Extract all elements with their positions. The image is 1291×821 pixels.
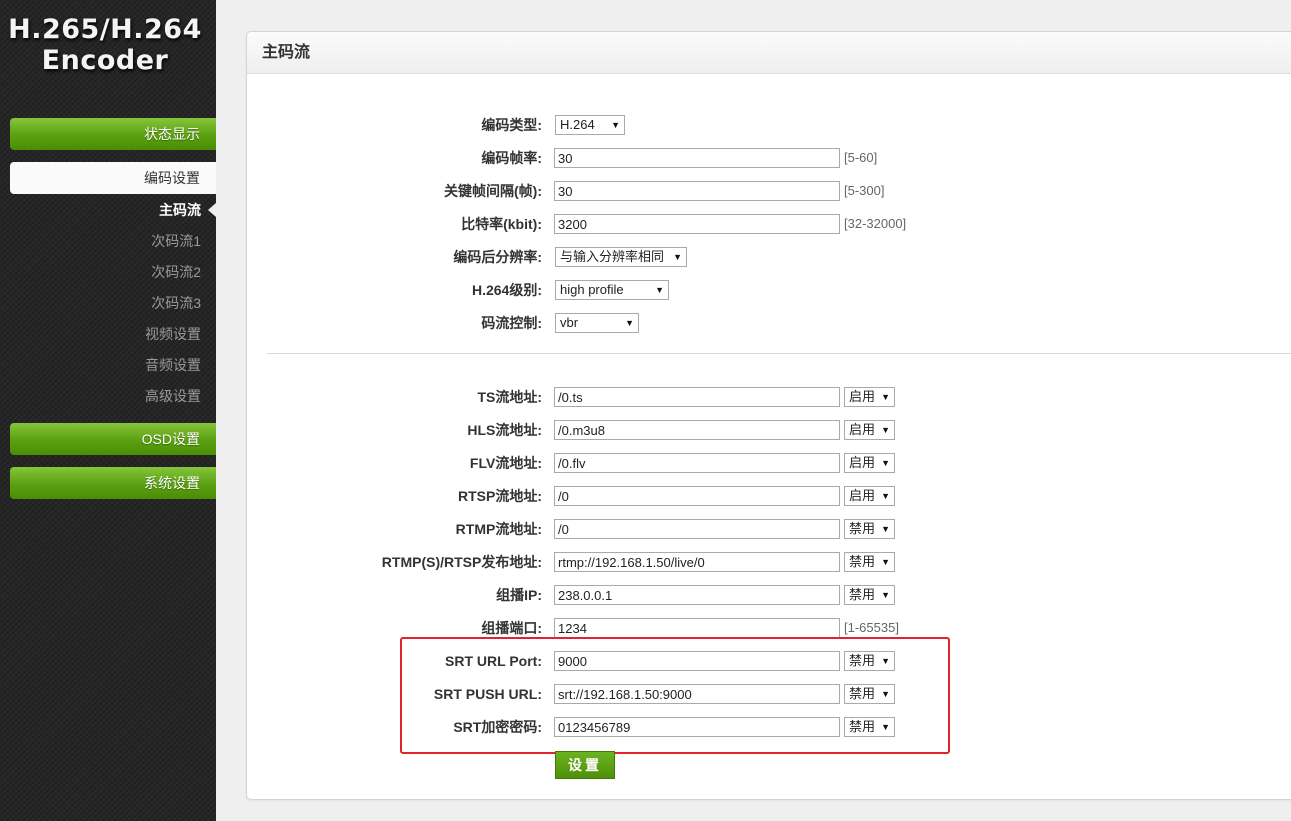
- rate-control-value: vbr: [560, 315, 579, 330]
- gop-hint: [5-300]: [844, 183, 885, 198]
- logo: H.265/H.264 Encoder: [0, 14, 210, 76]
- chevron-down-icon: ▼: [881, 590, 890, 600]
- chevron-down-icon: ▼: [881, 524, 890, 534]
- bitrate-hint: [32-32000]: [844, 216, 907, 231]
- chevron-down-icon: ▼: [611, 120, 620, 130]
- gop-label: 关键帧间隔(帧):: [444, 183, 542, 199]
- multicast-state: 禁用: [849, 587, 876, 602]
- flv-label: FLV流地址:: [469, 455, 542, 471]
- logo-line1: H.265/H.264: [8, 14, 202, 45]
- hls-url-input[interactable]: [554, 420, 840, 440]
- publish-label: RTMP(S)/RTSP发布地址:: [381, 554, 542, 570]
- flv-state: 启用: [849, 455, 876, 470]
- hls-enable-select[interactable]: 启用 ▼: [844, 420, 895, 440]
- flv-enable-select[interactable]: 启用 ▼: [844, 453, 895, 473]
- logo-line2: Encoder: [41, 45, 169, 76]
- multicast-port-label: 组播端口:: [481, 620, 542, 636]
- row-flv: FLV流地址: 启用 ▼: [0, 452, 1291, 474]
- chevron-down-icon: ▼: [673, 252, 682, 262]
- publish-enable-select[interactable]: 禁用 ▼: [844, 552, 895, 572]
- rtsp-url-input[interactable]: [554, 486, 840, 506]
- row-bitrate: 比特率(kbit): [32-32000]: [0, 213, 1291, 235]
- row-resolution: 编码后分辨率: 与输入分辨率相同 ▼: [0, 246, 1291, 268]
- chevron-down-icon: ▼: [881, 491, 890, 501]
- section-divider: [267, 353, 1291, 354]
- rtmp-state: 禁用: [849, 521, 876, 536]
- chevron-down-icon: ▼: [881, 392, 890, 402]
- resolution-select[interactable]: 与输入分辨率相同 ▼: [555, 247, 687, 267]
- profile-value: high profile: [560, 282, 624, 297]
- rtsp-enable-select[interactable]: 启用 ▼: [844, 486, 895, 506]
- multicast-port-input[interactable]: [554, 618, 840, 638]
- multicast-ip-input[interactable]: [554, 585, 840, 605]
- flv-url-input[interactable]: [554, 453, 840, 473]
- row-rtmp: RTMP流地址: 禁用 ▼: [0, 518, 1291, 540]
- rtmp-label: RTMP流地址:: [455, 521, 542, 537]
- row-multicast-ip: 组播IP: 禁用 ▼: [0, 584, 1291, 606]
- row-rtsp: RTSP流地址: 启用 ▼: [0, 485, 1291, 507]
- publish-state: 禁用: [849, 554, 876, 569]
- row-gop: 关键帧间隔(帧): [5-300]: [0, 180, 1291, 202]
- chevron-down-icon: ▼: [881, 458, 890, 468]
- ts-state: 启用: [849, 389, 876, 404]
- chevron-down-icon: ▼: [655, 285, 664, 295]
- profile-label: H.264级别:: [471, 282, 542, 298]
- row-ts: TS流地址: 启用 ▼: [0, 386, 1291, 408]
- sub-item-audio[interactable]: 音频设置: [10, 355, 201, 375]
- row-profile: H.264级别: high profile ▼: [0, 279, 1291, 301]
- srt-highlight-box: [400, 637, 950, 754]
- panel-title: 主码流: [247, 32, 1291, 74]
- ts-url-input[interactable]: [554, 387, 840, 407]
- profile-select[interactable]: high profile ▼: [555, 280, 669, 300]
- chevron-down-icon: ▼: [881, 425, 890, 435]
- multicast-enable-select[interactable]: 禁用 ▼: [844, 585, 895, 605]
- rate-control-select[interactable]: vbr ▼: [555, 313, 639, 333]
- row-fps: 编码帧率: [5-60]: [0, 147, 1291, 169]
- rate-control-label: 码流控制:: [481, 315, 542, 331]
- chevron-down-icon: ▼: [625, 318, 634, 328]
- hls-label: HLS流地址:: [467, 422, 542, 438]
- codec-value: H.264: [560, 117, 595, 132]
- rtmp-enable-select[interactable]: 禁用 ▼: [844, 519, 895, 539]
- multicast-ip-label: 组播IP:: [496, 587, 542, 603]
- codec-label: 编码类型:: [481, 117, 542, 133]
- fps-input[interactable]: [554, 148, 840, 168]
- publish-url-input[interactable]: [554, 552, 840, 572]
- bitrate-input[interactable]: [554, 214, 840, 234]
- gop-input[interactable]: [554, 181, 840, 201]
- rtsp-state: 启用: [849, 488, 876, 503]
- submit-button[interactable]: 设置: [555, 751, 615, 779]
- rtsp-label: RTSP流地址:: [458, 488, 542, 504]
- fps-hint: [5-60]: [844, 150, 878, 165]
- resolution-value: 与输入分辨率相同: [560, 249, 665, 264]
- ts-enable-select[interactable]: 启用 ▼: [844, 387, 895, 407]
- codec-select[interactable]: H.264 ▼: [555, 115, 625, 135]
- hls-state: 启用: [849, 422, 876, 437]
- row-rate-control: 码流控制: vbr ▼: [0, 312, 1291, 334]
- row-multicast-port: 组播端口: [1-65535]: [0, 617, 1291, 639]
- chevron-down-icon: ▼: [881, 557, 890, 567]
- ts-label: TS流地址:: [477, 389, 542, 405]
- row-publish: RTMP(S)/RTSP发布地址: 禁用 ▼: [0, 551, 1291, 573]
- multicast-port-hint: [1-65535]: [844, 620, 899, 635]
- rtmp-url-input[interactable]: [554, 519, 840, 539]
- resolution-label: 编码后分辨率:: [453, 249, 542, 265]
- bitrate-label: 比特率(kbit):: [461, 216, 542, 232]
- fps-label: 编码帧率:: [481, 150, 542, 166]
- row-hls: HLS流地址: 启用 ▼: [0, 419, 1291, 441]
- row-codec: 编码类型: H.264 ▼: [0, 114, 1291, 136]
